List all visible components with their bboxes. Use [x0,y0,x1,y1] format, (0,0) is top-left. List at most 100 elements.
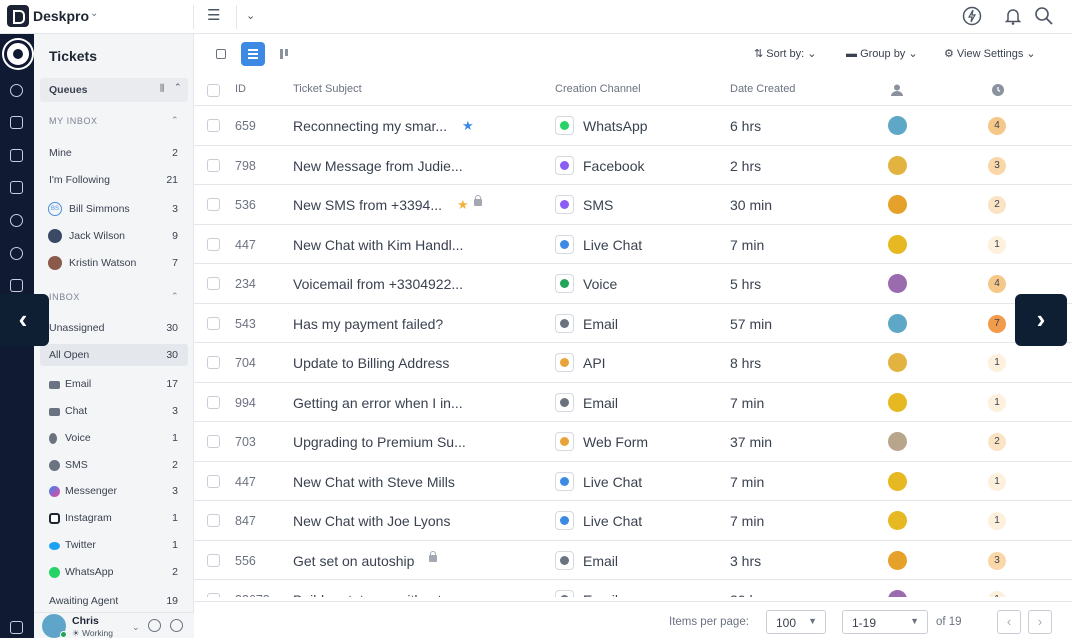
tickets-nav-icon[interactable] [4,40,32,68]
items-per-page-select[interactable]: 100 ▼ [766,610,826,634]
column-header-id[interactable]: ID [235,83,246,95]
avatar[interactable] [888,155,907,175]
table-row[interactable]: 447 New Chat with Steve Mills Live Chat 7 m… [194,462,1072,501]
user-status[interactable]: ☀ Working [72,628,113,638]
table-row[interactable]: 659 Reconnecting my smar... ★ WhatsApp 6 hrs… [194,106,1072,146]
sidebar-item-whatsapp[interactable]: WhatsApp 2 [40,561,188,583]
next-page-button[interactable]: › [1028,610,1052,634]
queues-header[interactable]: Queues ⫼ ⌃ [40,78,188,102]
table-row[interactable]: 798 New Message from Judie... Facebook 2 hr… [194,146,1072,185]
logout-icon[interactable] [10,621,23,634]
sort-by-button[interactable]: ⇅ Sort by: ⌄ [754,47,816,60]
column-header-channel[interactable]: Creation Channel [555,83,641,95]
avatar[interactable] [888,432,907,451]
sidebar-item-chat[interactable]: Chat 3 [40,400,188,422]
chevron-up-icon[interactable]: ⌃ [171,291,179,302]
row-checkbox[interactable] [207,237,220,251]
avatar[interactable] [888,511,907,530]
table-row[interactable]: 994 Getting an error when I in... Email 7 m… [194,383,1072,422]
table-row[interactable]: 556 Get set on autoship Email 3 hrs 3 [194,541,1072,580]
group-by-button[interactable]: ▬ Group by ⌄ [846,47,918,60]
ticket-subject[interactable]: Update to Billing Address [293,355,449,371]
table-row[interactable]: 23673 Build prototypes without c... Email 2… [194,580,1072,597]
chat-status-icon[interactable] [170,619,183,632]
sidebar-item-unassigned[interactable]: Unassigned 30 [40,317,188,339]
sidebar-item-voice[interactable]: Voice 1 [40,427,188,449]
row-checkbox[interactable] [207,356,220,369]
page-range-select[interactable]: 1-19 ▼ [842,610,928,634]
brand-name[interactable]: Deskpro [33,8,89,24]
list-view-button[interactable] [241,42,265,66]
row-checkbox[interactable] [207,474,220,488]
ticket-subject[interactable]: Get set on autoship [293,553,414,569]
column-header-date[interactable]: Date Created [730,83,795,95]
table-row[interactable]: 543 Has my payment failed? Email 57 min 7 [194,304,1072,343]
table-row[interactable]: 447 New Chat with Kim Handl... Live Chat 7 … [194,225,1072,264]
ticket-subject[interactable]: New Chat with Kim Handl... [293,237,463,253]
avatar[interactable] [888,392,907,412]
column-header-subject[interactable]: Ticket Subject [293,83,362,95]
sidebar-item-bill-simmons[interactable]: BS Bill Simmons 3 [40,198,188,220]
row-checkbox[interactable] [207,277,220,290]
sidebar-item-messenger[interactable]: Messenger 3 [40,480,188,502]
row-checkbox[interactable] [207,158,220,172]
sidebar-item-kristin-watson[interactable]: Kristin Watson 7 [40,252,188,274]
avatar[interactable] [888,550,907,570]
previous-arrow-button[interactable]: ‹ [0,294,49,346]
row-checkbox[interactable] [207,593,220,597]
sidebar-item-mine[interactable]: Mine 2 [40,142,188,164]
user-status-bar[interactable]: Chris ☀ Working ⌄ [34,612,194,638]
ticket-subject[interactable]: New Chat with Joe Lyons [293,513,450,529]
row-checkbox[interactable] [207,514,220,527]
lightning-icon[interactable] [962,6,982,26]
row-checkbox[interactable] [207,316,220,330]
search-doc-nav-icon[interactable] [10,116,23,129]
avatar[interactable] [888,116,907,135]
avatar[interactable] [888,313,907,333]
select-all-checkbox[interactable] [207,84,220,97]
avatar[interactable] [888,234,907,254]
brand-chevron-icon[interactable]: ⌄ [90,8,98,19]
ticket-subject[interactable]: New Message from Judie... [293,158,463,174]
next-arrow-button[interactable]: › [1015,294,1067,346]
list-icon[interactable]: ☰ [207,6,220,26]
previous-page-button[interactable]: ‹ [997,610,1021,634]
table-row[interactable]: 847 New Chat with Joe Lyons Live Chat 7 min… [194,501,1072,541]
tasks-nav-icon[interactable] [10,149,23,162]
chevron-down-icon[interactable]: ⌄ [132,622,140,633]
ticket-subject[interactable]: Has my payment failed? [293,316,443,332]
board-view-button[interactable] [273,42,297,66]
sidebar-item-awaiting-agent[interactable]: Awaiting Agent 19 [40,590,188,612]
sidebar-item-all-open[interactable]: All Open 30 [40,344,188,366]
database-nav-icon[interactable] [10,279,23,292]
ticket-subject[interactable]: Build prototypes without c... [293,592,464,597]
ticket-subject[interactable]: Voicemail from +3304922... [293,276,463,292]
row-checkbox[interactable] [207,553,220,567]
queue-filter-icon[interactable]: ⫼ [160,83,164,94]
chevron-down-icon[interactable]: ⌄ [246,6,255,26]
table-row[interactable]: 234 Voicemail from +3304922... Voice 5 hrs 4 [194,264,1072,304]
table-row[interactable]: 536 New SMS from +3394... ★ SMS 30 min 2 [194,185,1072,225]
ticket-subject[interactable]: New SMS from +3394... [293,197,442,213]
row-checkbox[interactable] [207,395,220,409]
split-view-button[interactable] [209,42,233,66]
clock-icon[interactable] [992,84,1004,96]
user-nav-icon[interactable] [10,84,23,97]
avatar[interactable] [888,353,907,372]
sidebar-item-jack-wilson[interactable]: Jack Wilson 9 [40,225,188,247]
chevron-up-icon[interactable]: ⌃ [171,115,179,126]
sidebar-item-following[interactable]: I'm Following 21 [40,169,188,191]
star-icon[interactable]: ★ [462,118,474,134]
row-checkbox[interactable] [207,435,220,448]
bell-icon[interactable] [1004,6,1022,26]
sidebar-item-email[interactable]: Email 17 [40,373,188,395]
sidebar-item-twitter[interactable]: Twitter 1 [40,534,188,556]
ticket-subject[interactable]: New Chat with Steve Mills [293,474,455,490]
reports-nav-icon[interactable] [10,181,23,194]
row-checkbox[interactable] [207,198,220,211]
avatar[interactable] [888,195,907,214]
view-settings-button[interactable]: ⚙ View Settings ⌄ [944,47,1036,60]
search-icon[interactable] [1034,6,1054,26]
table-row[interactable]: 703 Upgrading to Premium Su... Web Form 37 … [194,422,1072,462]
chevron-up-icon[interactable]: ⌃ [174,82,182,93]
